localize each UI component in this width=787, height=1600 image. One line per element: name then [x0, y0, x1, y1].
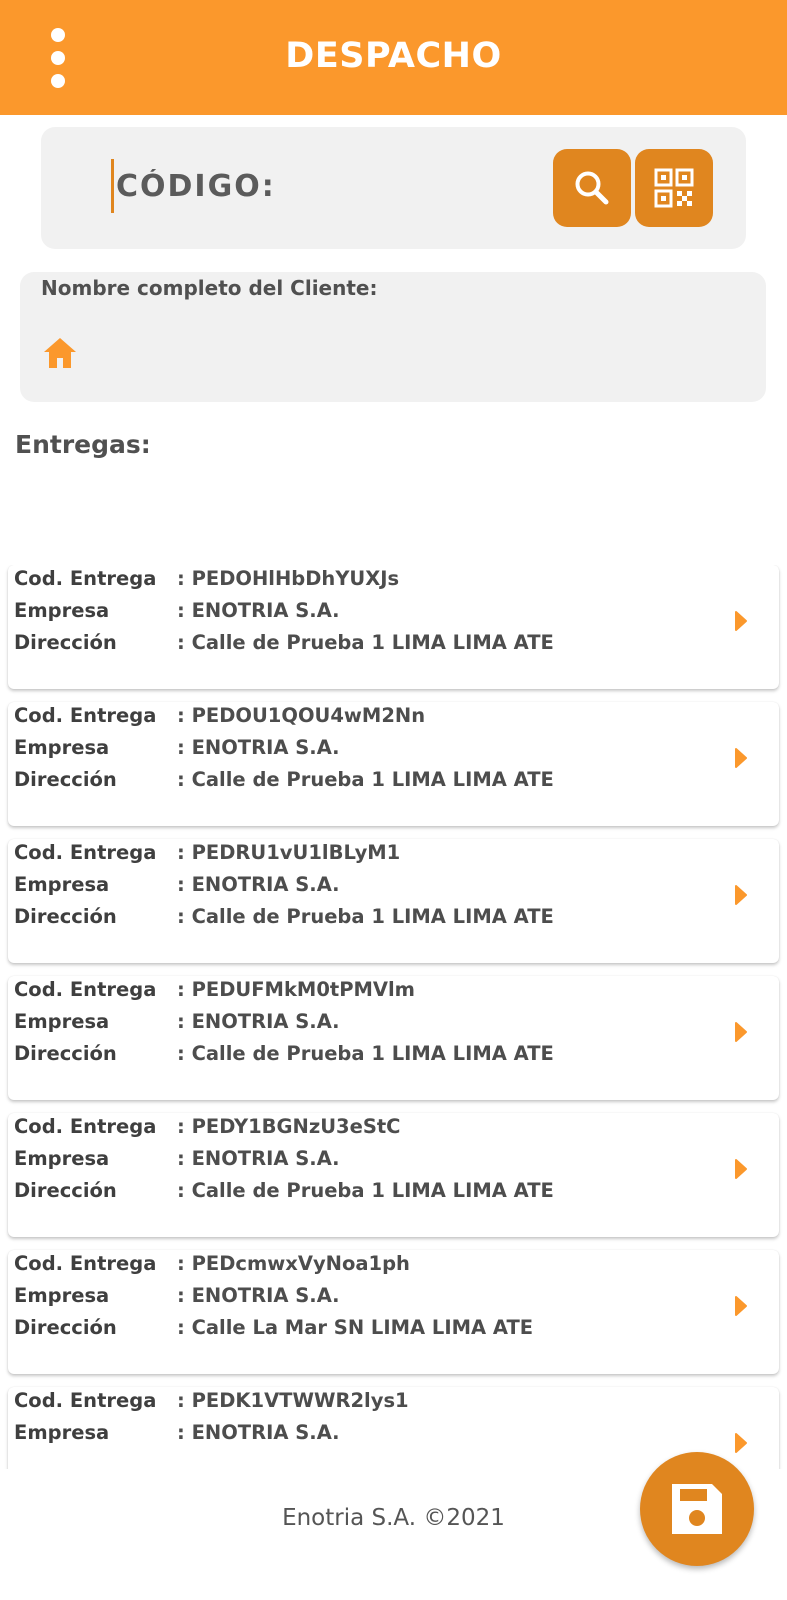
address-row: Dirección : Calle de Prueba 1 LIMA LIMA A… [14, 1179, 554, 1209]
qr-code-icon [654, 168, 694, 208]
company-row: Empresa : ENOTRIA S.A. [14, 1284, 340, 1314]
company-label: Empresa [14, 1010, 110, 1033]
company-row: Empresa : ENOTRIA S.A. [14, 1010, 340, 1040]
address-value: : Calle La Mar SN LIMA LIMA ATE [177, 1316, 534, 1339]
page-title: DESPACHO [285, 36, 502, 76]
address-label: Dirección [14, 1042, 117, 1065]
address-label: Dirección [14, 905, 117, 928]
app-bar: DESPACHO [0, 0, 787, 115]
code-value: : PEDOHlHbDhYUXJs [177, 567, 400, 590]
address-row: Dirección : Calle de Prueba 1 LIMA LIMA A… [14, 631, 554, 661]
company-value: : ENOTRIA S.A. [177, 1147, 340, 1170]
company-value: : ENOTRIA S.A. [177, 1421, 340, 1444]
delivery-card[interactable]: Cod. Entrega : PEDOHlHbDhYUXJs Empresa : E… [8, 565, 779, 689]
code-label: Cod. Entrega [14, 978, 157, 1001]
company-label: Empresa [14, 736, 110, 759]
chevron-right-icon[interactable] [734, 884, 748, 906]
chevron-right-icon[interactable] [734, 1158, 748, 1180]
address-value: : Calle de Prueba 1 LIMA LIMA ATE [177, 905, 554, 928]
address-value: : Calle de Prueba 1 LIMA LIMA ATE [177, 631, 554, 654]
code-label: Cod. Entrega [14, 1115, 157, 1138]
deliveries-heading: Entregas: [15, 430, 151, 459]
delivery-card[interactable]: Cod. Entrega : PEDcmwxVyNoa1ph Empresa : E… [8, 1250, 779, 1374]
code-value: : PEDK1VTWWR2lys1 [177, 1389, 409, 1412]
client-panel: Nombre completo del Cliente: [20, 272, 766, 402]
code-input[interactable] [111, 159, 518, 213]
company-row: Empresa : ENOTRIA S.A. [14, 599, 340, 629]
company-label: Empresa [14, 1147, 110, 1170]
company-row: Empresa : ENOTRIA S.A. [14, 1421, 340, 1451]
code-row: Cod. Entrega : PEDRU1vU1lBLyM1 [14, 841, 400, 871]
company-label: Empresa [14, 873, 110, 896]
company-value: : ENOTRIA S.A. [177, 1010, 340, 1033]
code-value: : PEDUFMkM0tPMVlm [177, 978, 415, 1001]
search-icon [575, 171, 609, 205]
company-row: Empresa : ENOTRIA S.A. [14, 1147, 340, 1177]
address-row: Dirección : Calle de Prueba 1 LIMA LIMA A… [14, 768, 554, 798]
address-value: : Calle de Prueba 1 LIMA LIMA ATE [177, 1179, 554, 1202]
code-label: Cod. Entrega [14, 567, 157, 590]
code-label: Cod. Entrega [14, 841, 157, 864]
company-value: : ENOTRIA S.A. [177, 736, 340, 759]
delivery-card[interactable]: Cod. Entrega : PEDRU1vU1lBLyM1 Empresa : E… [8, 839, 779, 963]
delivery-card[interactable]: Cod. Entrega : PEDUFMkM0tPMVlm Empresa : E… [8, 976, 779, 1100]
save-icon [672, 1484, 722, 1534]
code-label: Cod. Entrega [14, 704, 157, 727]
delivery-card[interactable]: Cod. Entrega : PEDOU1QOU4wM2Nn Empresa : E… [8, 702, 779, 826]
company-label: Empresa [14, 1284, 110, 1307]
address-label: Dirección [14, 1316, 117, 1339]
code-label: Cod. Entrega [14, 1252, 157, 1275]
chevron-right-icon[interactable] [734, 1295, 748, 1317]
address-row [14, 1453, 177, 1469]
company-value: : ENOTRIA S.A. [177, 599, 340, 622]
chevron-right-icon[interactable] [734, 1021, 748, 1043]
company-row: Empresa : ENOTRIA S.A. [14, 873, 340, 903]
chevron-right-icon[interactable] [734, 747, 748, 769]
code-value: : PEDRU1vU1lBLyM1 [177, 841, 401, 864]
address-row: Dirección : Calle de Prueba 1 LIMA LIMA A… [14, 1042, 554, 1072]
address-row: Dirección : Calle de Prueba 1 LIMA LIMA A… [14, 905, 554, 935]
company-value: : ENOTRIA S.A. [177, 1284, 340, 1307]
address-value: : Calle de Prueba 1 LIMA LIMA ATE [177, 1042, 554, 1065]
code-search-panel [41, 127, 746, 249]
chevron-right-icon[interactable] [734, 1432, 748, 1454]
save-fab-button[interactable] [640, 1452, 754, 1566]
menu-dot [51, 74, 65, 88]
client-name-label: Nombre completo del Cliente: [41, 276, 378, 300]
code-row: Cod. Entrega : PEDK1VTWWR2lys1 [14, 1389, 409, 1419]
address-label: Dirección [14, 768, 117, 791]
code-label: Cod. Entrega [14, 1389, 157, 1412]
code-row: Cod. Entrega : PEDOHlHbDhYUXJs [14, 567, 399, 597]
code-row: Cod. Entrega : PEDUFMkM0tPMVlm [14, 978, 415, 1008]
home-icon [44, 338, 76, 368]
company-label: Empresa [14, 1421, 110, 1444]
delivery-list[interactable]: Cod. Entrega : PEDOHlHbDhYUXJs Empresa : E… [0, 565, 787, 1469]
qr-scan-button[interactable] [635, 149, 713, 227]
chevron-right-icon[interactable] [734, 610, 748, 632]
address-value: : Calle de Prueba 1 LIMA LIMA ATE [177, 768, 554, 791]
code-value: : PEDcmwxVyNoa1ph [177, 1252, 410, 1275]
address-row: Dirección : Calle La Mar SN LIMA LIMA ATE [14, 1316, 533, 1346]
company-row: Empresa : ENOTRIA S.A. [14, 736, 340, 766]
code-row: Cod. Entrega : PEDY1BGNzU3eStC [14, 1115, 401, 1145]
delivery-card[interactable]: Cod. Entrega : PEDY1BGNzU3eStC Empresa : E… [8, 1113, 779, 1237]
address-label: Dirección [14, 631, 117, 654]
delivery-card[interactable]: Cod. Entrega : PEDK1VTWWR2lys1 Empresa : E… [8, 1387, 779, 1469]
code-row: Cod. Entrega : PEDOU1QOU4wM2Nn [14, 704, 425, 734]
address-label: Dirección [14, 1179, 117, 1202]
search-button[interactable] [553, 149, 631, 227]
code-value: : PEDY1BGNzU3eStC [177, 1115, 401, 1138]
code-row: Cod. Entrega : PEDcmwxVyNoa1ph [14, 1252, 410, 1282]
company-label: Empresa [14, 599, 110, 622]
company-value: : ENOTRIA S.A. [177, 873, 340, 896]
code-value: : PEDOU1QOU4wM2Nn [177, 704, 426, 727]
